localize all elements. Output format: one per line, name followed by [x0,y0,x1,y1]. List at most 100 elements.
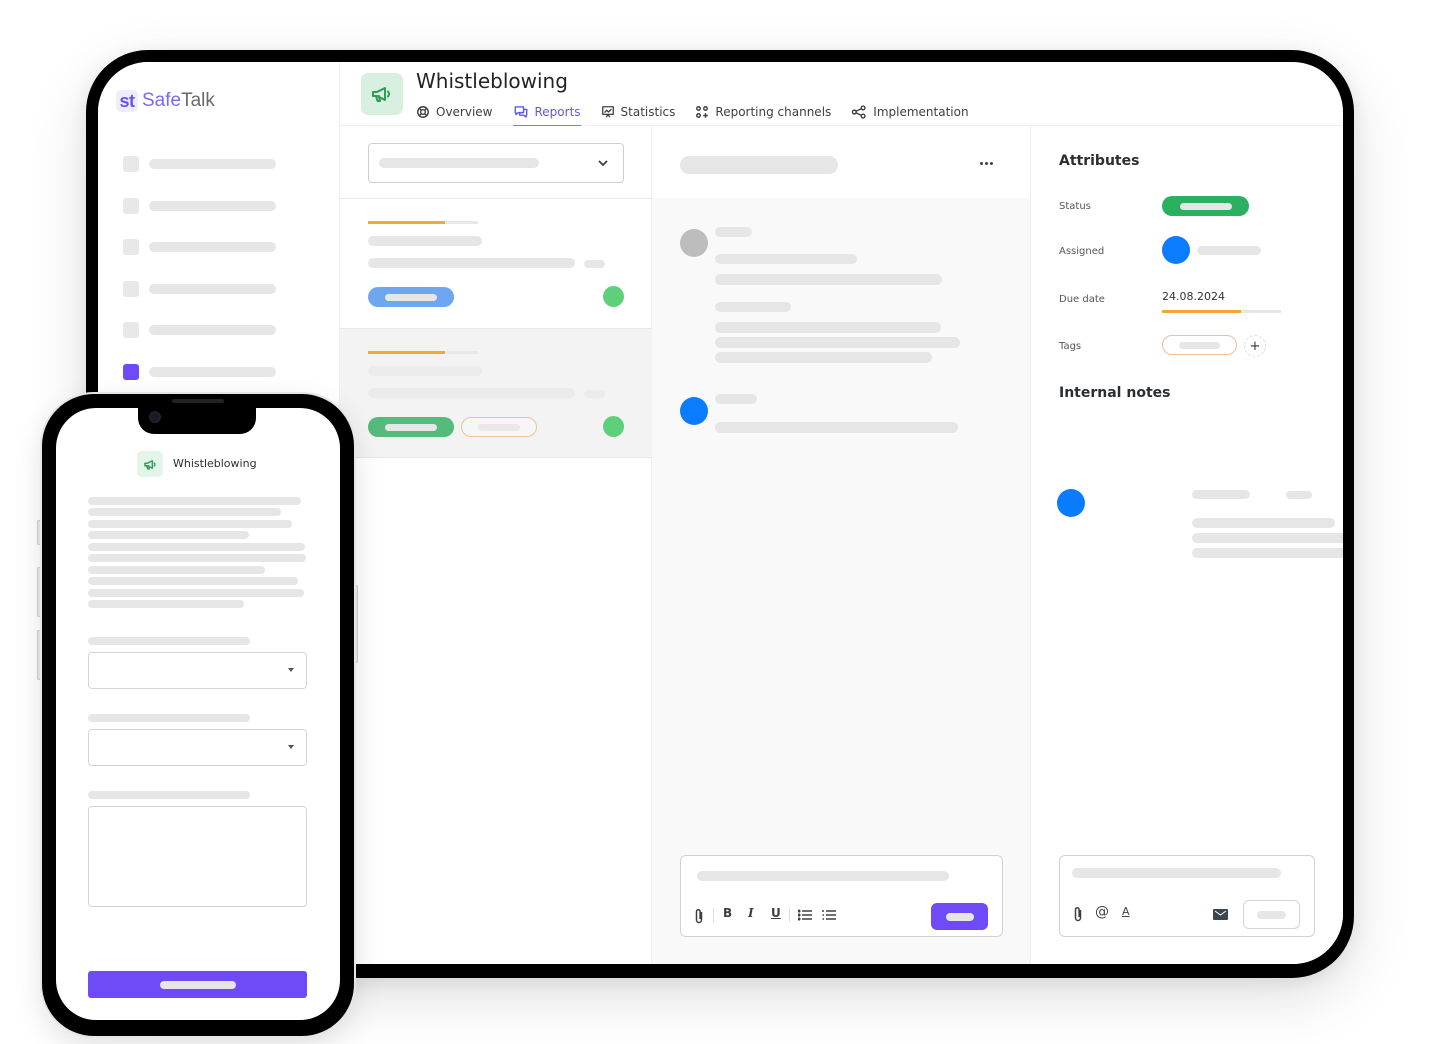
report-date-placeholder [584,260,605,268]
mobile-dropdown-2[interactable] [88,729,307,766]
nav-label-placeholder [149,325,276,335]
at-sign-icon[interactable]: @ [1095,904,1109,920]
note-line-placeholder [1192,533,1343,543]
share-nodes-icon [852,105,866,119]
paperclip-icon[interactable] [1073,906,1083,922]
tab-statistics[interactable]: Statistics [601,100,676,124]
tab-implementation[interactable]: Implementation [851,100,969,124]
bullet-list-icon[interactable] [798,909,812,921]
message-author-placeholder [715,394,757,404]
attributes-heading: Attributes [1059,153,1140,169]
status-dropdown[interactable] [1162,196,1249,216]
italic-icon[interactable]: I [748,906,754,920]
submit-label-placeholder [159,980,236,989]
assignee-name-placeholder [1197,246,1261,255]
status-value-placeholder [1179,202,1232,210]
tab-bar: Overview Reports Statistics Reporting ch… [416,100,969,127]
report-snippet-placeholder [368,258,575,268]
sidebar-item[interactable] [123,156,283,172]
nav-label-placeholder [149,201,276,211]
reply-input-placeholder[interactable] [697,871,949,881]
report-list-item-selected[interactable] [340,328,652,458]
safetalk-logo[interactable]: st SafeTalk [116,90,215,112]
megaphone-icon [137,451,163,477]
report-snippet-placeholder [368,388,575,398]
megaphone-icon [361,73,403,115]
message-line-placeholder [715,352,932,363]
report-progress-bar [368,351,478,354]
field-label-placeholder [88,791,250,799]
nav-label-placeholder [149,284,276,294]
app-header: Whistleblowing Overview Reports Statisti… [340,62,1343,127]
numbered-list-icon[interactable] [822,909,836,921]
paperclip-icon[interactable] [694,908,704,924]
assignee-avatar[interactable] [1162,236,1190,264]
tab-label: Reporting channels [715,105,832,119]
note-author-avatar [1057,489,1085,517]
page-title: Whistleblowing [416,69,568,93]
mobile-textarea[interactable] [88,806,307,907]
envelope-icon[interactable] [1213,909,1228,920]
more-horizontal-icon[interactable] [980,162,993,165]
field-label-placeholder [88,714,250,722]
text-line-placeholder [88,508,281,516]
sidebar-item[interactable] [123,322,283,338]
nav-icon-active [123,364,139,380]
tag-chip[interactable] [1162,335,1237,355]
nav-icon [123,322,139,338]
note-input-placeholder[interactable] [1072,868,1281,878]
internal-notes-heading: Internal notes [1059,385,1171,401]
tab-reporting-channels[interactable]: Reporting channels [695,100,831,124]
report-date-placeholder [584,390,605,398]
send-button[interactable] [931,903,988,930]
status-badge [368,287,454,307]
underline-icon[interactable]: U [771,906,781,920]
indicator-dot [603,416,624,437]
due-date-value[interactable]: 24.08.2024 [1162,290,1225,303]
add-tag-button[interactable]: + [1244,335,1266,357]
mobile-submit-button[interactable] [88,971,307,998]
text-line-placeholder [88,543,305,551]
sidebar-item-active[interactable] [123,364,283,380]
mobile-dropdown-1[interactable] [88,652,307,689]
attributes-panel: Attributes Status Assigned Due date 24.0… [1031,126,1343,964]
note-line-placeholder [1192,548,1343,558]
bold-icon[interactable]: B [723,906,732,920]
tab-label: Statistics [620,105,676,119]
message-line-placeholder [715,254,857,264]
note-line-placeholder [1192,518,1335,528]
sidebar-item[interactable] [123,239,283,255]
text-line-placeholder [88,577,298,585]
add-note-button[interactable] [1243,900,1300,929]
note-author-placeholder [1192,490,1250,499]
nav-icon [123,239,139,255]
filter-dropdown[interactable] [368,143,624,183]
reply-composer[interactable]: B I U [680,855,1003,937]
report-list-item[interactable] [340,198,652,328]
dropdown-value-placeholder [379,158,539,168]
message-line-placeholder [715,274,942,285]
note-composer[interactable]: @ A [1059,855,1315,937]
presentation-chart-icon [601,106,614,118]
sidebar-item[interactable] [123,198,283,214]
tab-overview[interactable]: Overview [416,100,493,124]
text-line-placeholder [88,520,292,528]
sidebar-item[interactable] [123,281,283,297]
field-label-placeholder [88,637,250,645]
tag-chip-label-placeholder [1179,341,1220,349]
text-color-icon[interactable]: A [1122,905,1130,918]
message-line-placeholder [715,337,960,348]
tab-reports[interactable]: Reports [512,100,581,127]
report-progress-bar [368,221,478,224]
conversation-panel: B I U [652,126,1031,964]
chevron-down-icon [598,160,608,167]
nav-label-placeholder [149,367,276,377]
grid-plus-icon [696,106,709,118]
status-badge-label-placeholder [385,423,437,431]
text-line-placeholder [88,589,304,597]
conversation-title-placeholder [680,156,838,174]
nav-icon [123,281,139,297]
report-list-panel [340,126,652,964]
text-line-placeholder [88,531,249,539]
lifebuoy-icon [417,106,429,118]
